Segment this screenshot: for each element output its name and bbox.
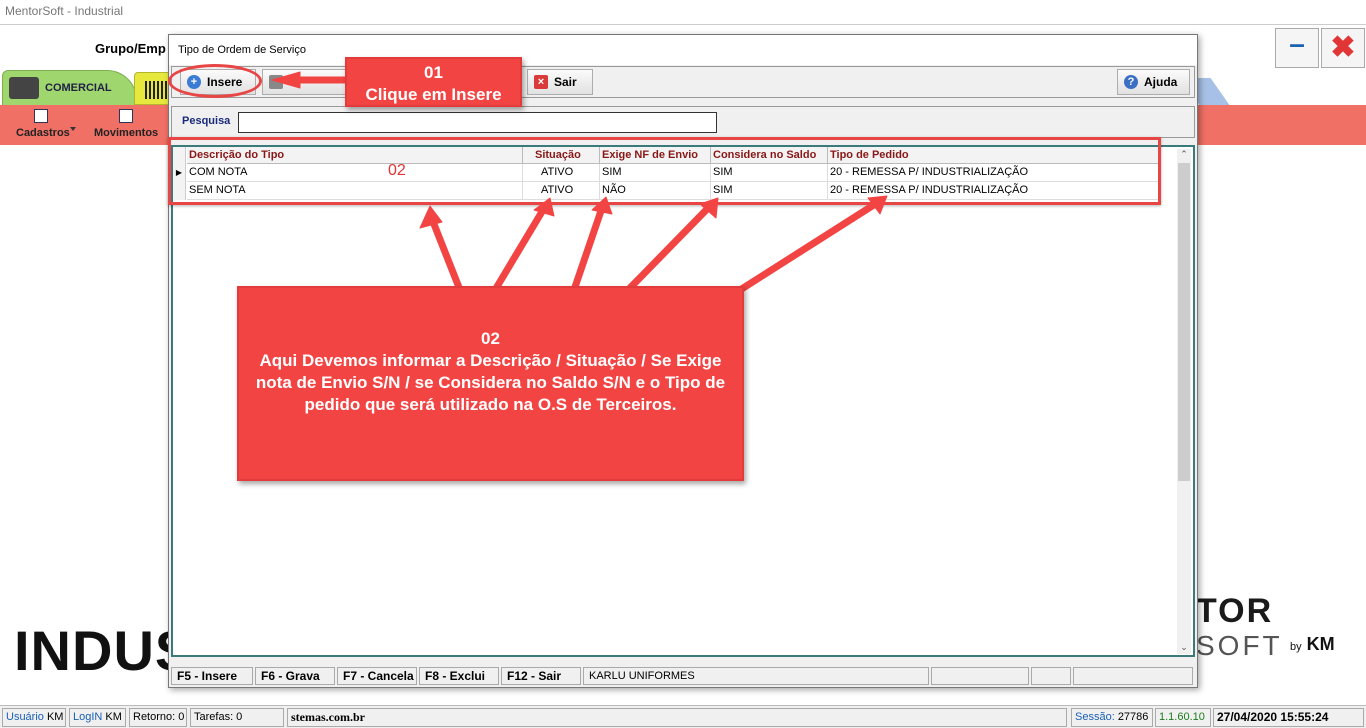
ajuda-button[interactable]: ? Ajuda — [1117, 69, 1190, 95]
search-input[interactable] — [238, 112, 717, 133]
scroll-thumb[interactable] — [1178, 163, 1190, 481]
industrial-watermark: INDUS — [14, 619, 194, 682]
minimize-button[interactable]: – — [1275, 28, 1319, 68]
close-button[interactable]: ✖ — [1321, 28, 1365, 68]
step2-small-label: 02 — [388, 162, 406, 179]
grava-button[interactable] — [262, 69, 346, 95]
status-bar: Usuário KM LogIN KM Retorno: 0 Tarefas: … — [0, 705, 1366, 728]
f8-exclui-key[interactable]: F8 - Exclui — [419, 667, 499, 685]
f7-cancela-key[interactable]: F7 - Cancela — [337, 667, 417, 685]
status-usuario: Usuário KM — [2, 708, 66, 727]
disk-icon — [269, 75, 283, 89]
search-panel: Pesquisa — [171, 106, 1195, 138]
cadastros-menu[interactable]: Cadastros — [16, 109, 76, 139]
scroll-up-icon[interactable]: ⌃ — [1177, 149, 1191, 161]
scroll-down-icon[interactable]: ⌄ — [1177, 642, 1191, 654]
km-logo: by KM — [1290, 634, 1335, 655]
step1-text: Clique em Insere — [365, 85, 502, 104]
company-name: KARLU UNIFORMES — [583, 667, 929, 685]
app-titlebar: MentorSoft - Industrial — [0, 0, 1366, 24]
grid-highlight-rect — [168, 137, 1161, 205]
status-tarefas: Tarefas: 0 — [190, 708, 284, 727]
ajuda-label: Ajuda — [1144, 75, 1178, 89]
step2-callout: 02 Aqui Devemos informar a Descrição / S… — [237, 286, 744, 481]
insere-highlight-oval — [168, 64, 262, 98]
tab-comercial-label: COMERCIAL — [45, 82, 112, 94]
sair-label: Sair — [554, 75, 577, 89]
status-panel-1 — [931, 667, 1029, 685]
app-title: MentorSoft - Industrial — [5, 4, 124, 18]
step2-text: Aqui Devemos informar a Descrição / Situ… — [255, 351, 726, 414]
step1-number: 01 — [424, 63, 443, 82]
logo-km: KM — [1306, 634, 1335, 654]
mentor-logo-bottom: SOFT — [1196, 630, 1283, 661]
grid-scrollbar[interactable]: ⌃ ⌄ — [1177, 149, 1191, 654]
movimentos-label: Movimentos — [94, 127, 159, 139]
search-label: Pesquisa — [182, 115, 231, 127]
step1-callout: 01 Clique em Insere — [345, 57, 522, 107]
status-datetime: 27/04/2020 15:55:24 — [1213, 708, 1364, 727]
status-site: stemas.com.br — [287, 708, 1067, 727]
cadastros-icon — [34, 109, 48, 123]
function-keys-bar: F5 - Insere F6 - Grava F7 - Cancela F8 -… — [171, 667, 1195, 685]
status-panel-3 — [1073, 667, 1193, 685]
movimentos-icon — [119, 109, 133, 123]
logo-by: by — [1290, 641, 1302, 653]
status-version: 1.1.60.10 — [1155, 708, 1211, 727]
cash-register-icon — [9, 77, 39, 99]
exit-icon: × — [534, 75, 548, 89]
help-icon: ? — [1124, 75, 1138, 89]
tab-comercial[interactable]: COMERCIAL — [2, 70, 137, 105]
cadastros-label: Cadastros — [16, 127, 70, 139]
status-panel-2 — [1031, 667, 1071, 685]
dialog-title: Tipo de Ordem de Serviço — [178, 44, 306, 56]
dialog-titlebar: Tipo de Ordem de Serviço — [169, 35, 1197, 65]
status-retorno: Retorno: 0 — [129, 708, 187, 727]
barcode-icon — [145, 81, 167, 99]
group-label: Grupo/Emp — [95, 41, 166, 56]
movimentos-menu[interactable]: Movimentos — [94, 109, 158, 139]
chevron-down-icon — [70, 127, 76, 131]
status-sessao: Sessão: 27786 — [1071, 708, 1153, 727]
f12-sair-key[interactable]: F12 - Sair — [501, 667, 581, 685]
f5-insere-key[interactable]: F5 - Insere — [171, 667, 253, 685]
status-login: LogIN KM — [69, 708, 126, 727]
step2-number: 02 — [481, 329, 500, 348]
sair-button[interactable]: × Sair — [527, 69, 593, 95]
mentor-logo-top: TOR — [1196, 592, 1274, 630]
f6-grava-key[interactable]: F6 - Grava — [255, 667, 335, 685]
dialog-toolbar: + Insere × Sair ? Ajuda — [171, 66, 1195, 98]
